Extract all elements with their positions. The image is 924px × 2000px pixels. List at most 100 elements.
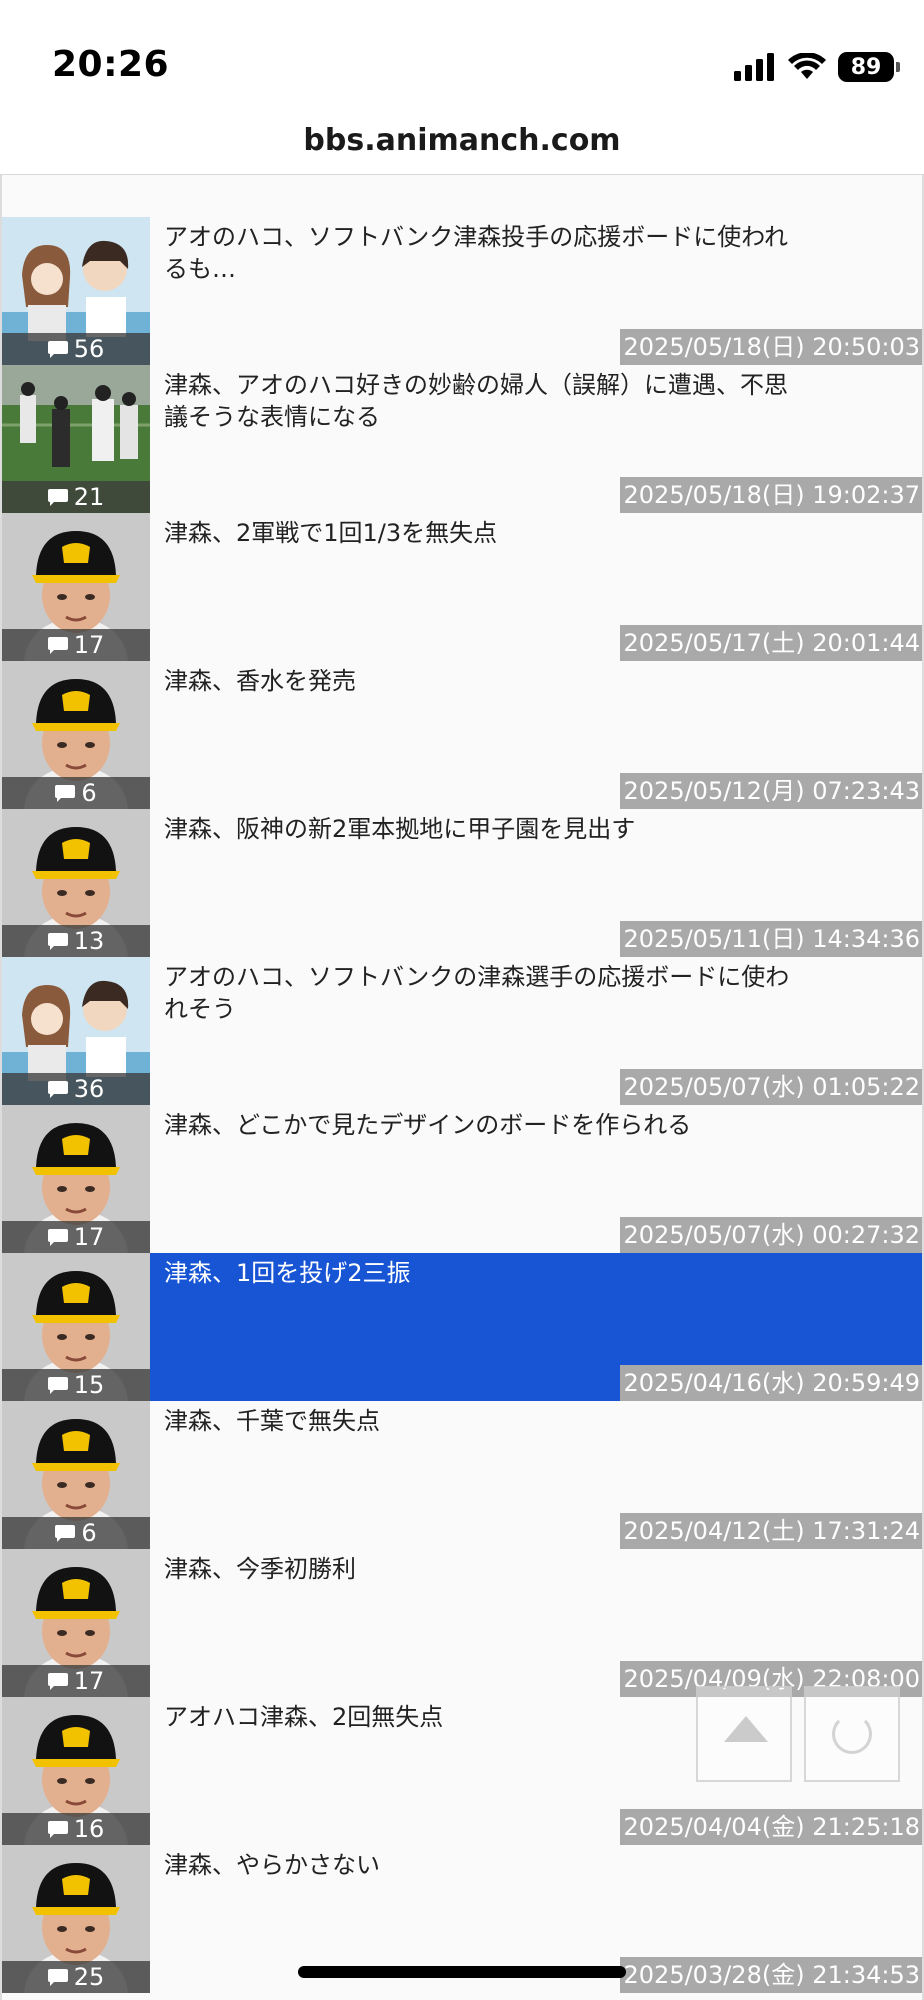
comment-bubble-icon xyxy=(47,933,68,950)
thread-body: 津森、香水を発売 2025/05/12(月) 07:23:43 xyxy=(150,661,922,809)
thread-row[interactable]: 15 津森、1回を投げ2三振 2025/04/16(水) 20:59:49 xyxy=(2,1253,922,1401)
thread-title[interactable]: 津森、2軍戦で1回1/3を無失点 xyxy=(164,517,804,549)
comment-count: 17 xyxy=(73,1223,105,1251)
comment-count-badge: 17 xyxy=(2,629,150,661)
thread-date: 2025/04/04(金) 21:25:18 xyxy=(619,1809,922,1845)
thread-date: 2025/05/18(日) 20:50:03 xyxy=(619,329,922,365)
thread-row[interactable]: 36 アオのハコ、ソフトバンクの津森選手の応援ボードに使われそう 2025/05/0… xyxy=(2,957,922,1105)
comment-bubble-icon xyxy=(47,1081,68,1098)
comment-bubble-icon xyxy=(47,637,68,654)
thread-thumbnail: 56 xyxy=(2,217,150,365)
thread-date: 2025/05/11(日) 14:34:36 xyxy=(619,921,922,957)
comment-bubble-icon xyxy=(47,341,68,358)
thread-body: 津森、千葉で無失点 2025/04/12(土) 17:31:24 xyxy=(150,1401,922,1549)
status-icons: 89 xyxy=(734,50,900,84)
battery-icon: 89 xyxy=(838,52,900,82)
comment-count-badge: 21 xyxy=(2,481,150,513)
thread-row[interactable]: 13 津森、阪神の新2軍本拠地に甲子園を見出す 2025/05/11(日) 14:3… xyxy=(2,809,922,957)
thread-date: 2025/05/12(月) 07:23:43 xyxy=(619,773,922,809)
comment-count: 56 xyxy=(73,335,105,363)
thread-row[interactable]: 17 津森、今季初勝利 2025/04/09(水) 22:08:00 xyxy=(2,1549,922,1697)
thread-title[interactable]: 津森、アオのハコ好きの妙齢の婦人（誤解）に遭遇、不思議そうな表情になる xyxy=(164,369,804,433)
comment-bubble-icon xyxy=(47,489,68,506)
comment-count-badge: 15 xyxy=(2,1369,150,1401)
comment-count-badge: 25 xyxy=(2,1961,150,1993)
comment-count-badge: 36 xyxy=(2,1073,150,1105)
thread-date: 2025/05/07(水) 01:05:22 xyxy=(619,1069,922,1105)
thread-title[interactable]: 津森、今季初勝利 xyxy=(164,1553,804,1585)
thread-thumbnail: 17 xyxy=(2,1549,150,1697)
thread-row[interactable]: 6 津森、千葉で無失点 2025/04/12(土) 17:31:24 xyxy=(2,1401,922,1549)
thread-body: 津森、2軍戦で1回1/3を無失点 2025/05/17(土) 20:01:44 xyxy=(150,513,922,661)
thread-title[interactable]: 津森、阪神の新2軍本拠地に甲子園を見出す xyxy=(164,813,804,845)
comment-count: 6 xyxy=(81,1519,97,1547)
thread-row[interactable]: 17 津森、どこかで見たデザインのボードを作られる 2025/05/07(水) 00… xyxy=(2,1105,922,1253)
thread-date: 2025/04/16(水) 20:59:49 xyxy=(619,1365,922,1401)
thread-date: 2025/05/18(日) 19:02:37 xyxy=(619,477,922,513)
thread-body: アオのハコ、ソフトバンク津森投手の応援ボードに使われるも… 2025/05/18(… xyxy=(150,217,922,365)
comment-count-badge: 17 xyxy=(2,1221,150,1253)
thread-thumbnail: 13 xyxy=(2,809,150,957)
status-bar: 20:26 89 xyxy=(0,0,924,110)
thread-row[interactable]: 17 津森、2軍戦で1回1/3を無失点 2025/05/17(土) 20:01:44 xyxy=(2,513,922,661)
thread-thumbnail: 6 xyxy=(2,1401,150,1549)
thread-date: 2025/05/07(水) 00:27:32 xyxy=(619,1217,922,1253)
thread-thumbnail: 17 xyxy=(2,1105,150,1253)
arrow-up-icon xyxy=(724,1716,768,1742)
comment-count-badge: 56 xyxy=(2,333,150,365)
status-time: 20:26 xyxy=(52,44,170,85)
thread-date: 2025/04/12(土) 17:31:24 xyxy=(619,1513,922,1549)
wifi-icon xyxy=(788,53,826,79)
thread-body: 津森、どこかで見たデザインのボードを作られる 2025/05/07(水) 00:2… xyxy=(150,1105,922,1253)
address-bar[interactable]: bbs.animanch.com xyxy=(0,110,924,175)
comment-count: 13 xyxy=(73,927,105,955)
comment-bubble-icon xyxy=(47,1377,68,1394)
thread-thumbnail: 25 xyxy=(2,1845,150,1993)
thread-date: 2025/03/28(金) 21:34:53 xyxy=(619,1957,922,1993)
comment-count-badge: 13 xyxy=(2,925,150,957)
comment-count: 21 xyxy=(73,483,105,511)
thread-thumbnail: 17 xyxy=(2,513,150,661)
thread-title[interactable]: 津森、やらかさない xyxy=(164,1849,804,1881)
comment-bubble-icon xyxy=(47,1673,68,1690)
thread-row[interactable]: 56 アオのハコ、ソフトバンク津森投手の応援ボードに使われるも… 2025/05/1… xyxy=(2,217,922,365)
thread-title[interactable]: 津森、どこかで見たデザインのボードを作られる xyxy=(164,1109,804,1141)
scroll-top-button[interactable] xyxy=(696,1686,792,1782)
comment-count: 25 xyxy=(73,1963,105,1991)
thread-body: アオのハコ、ソフトバンクの津森選手の応援ボードに使われそう 2025/05/07(… xyxy=(150,957,922,1105)
thread-title[interactable]: 津森、香水を発売 xyxy=(164,665,804,697)
thread-title[interactable]: アオのハコ、ソフトバンクの津森選手の応援ボードに使われそう xyxy=(164,961,804,1025)
comment-count: 16 xyxy=(73,1815,105,1843)
cellular-signal-icon xyxy=(734,53,774,81)
thread-title[interactable]: 津森、1回を投げ2三振 xyxy=(164,1257,804,1289)
thread-body: 津森、今季初勝利 2025/04/09(水) 22:08:00 xyxy=(150,1549,922,1697)
thread-body: 津森、アオのハコ好きの妙齢の婦人（誤解）に遭遇、不思議そうな表情になる 2025/… xyxy=(150,365,922,513)
thread-thumbnail: 15 xyxy=(2,1253,150,1401)
comment-bubble-icon xyxy=(47,1969,68,1986)
thread-thumbnail: 36 xyxy=(2,957,150,1105)
thread-date: 2025/05/17(土) 20:01:44 xyxy=(619,625,922,661)
thread-list-container: 56 アオのハコ、ソフトバンク津森投手の応援ボードに使われるも… 2025/05/1… xyxy=(0,175,924,2000)
comment-count: 17 xyxy=(73,1667,105,1695)
thread-body: 津森、1回を投げ2三振 2025/04/16(水) 20:59:49 xyxy=(150,1253,922,1401)
comment-count-badge: 17 xyxy=(2,1665,150,1697)
thread-thumbnail: 6 xyxy=(2,661,150,809)
comment-count-badge: 6 xyxy=(2,777,150,809)
comment-count: 17 xyxy=(73,631,105,659)
thread-title[interactable]: 津森、千葉で無失点 xyxy=(164,1405,804,1437)
reload-button[interactable] xyxy=(804,1686,900,1782)
comment-bubble-icon xyxy=(47,1229,68,1246)
home-indicator xyxy=(298,1966,626,1978)
thread-body: 津森、阪神の新2軍本拠地に甲子園を見出す 2025/05/11(日) 14:34:… xyxy=(150,809,922,957)
comment-bubble-icon xyxy=(55,1525,76,1542)
thread-thumbnail: 16 xyxy=(2,1697,150,1845)
comment-count: 15 xyxy=(73,1371,105,1399)
thread-thumbnail: 21 xyxy=(2,365,150,513)
comment-count: 6 xyxy=(81,779,97,807)
comment-count-badge: 6 xyxy=(2,1517,150,1549)
thread-title[interactable]: アオのハコ、ソフトバンク津森投手の応援ボードに使われるも… xyxy=(164,221,804,285)
comment-bubble-icon xyxy=(47,1821,68,1838)
thread-row[interactable]: 6 津森、香水を発売 2025/05/12(月) 07:23:43 xyxy=(2,661,922,809)
comment-count-badge: 16 xyxy=(2,1813,150,1845)
thread-row[interactable]: 21 津森、アオのハコ好きの妙齢の婦人（誤解）に遭遇、不思議そうな表情になる 202… xyxy=(2,365,922,513)
